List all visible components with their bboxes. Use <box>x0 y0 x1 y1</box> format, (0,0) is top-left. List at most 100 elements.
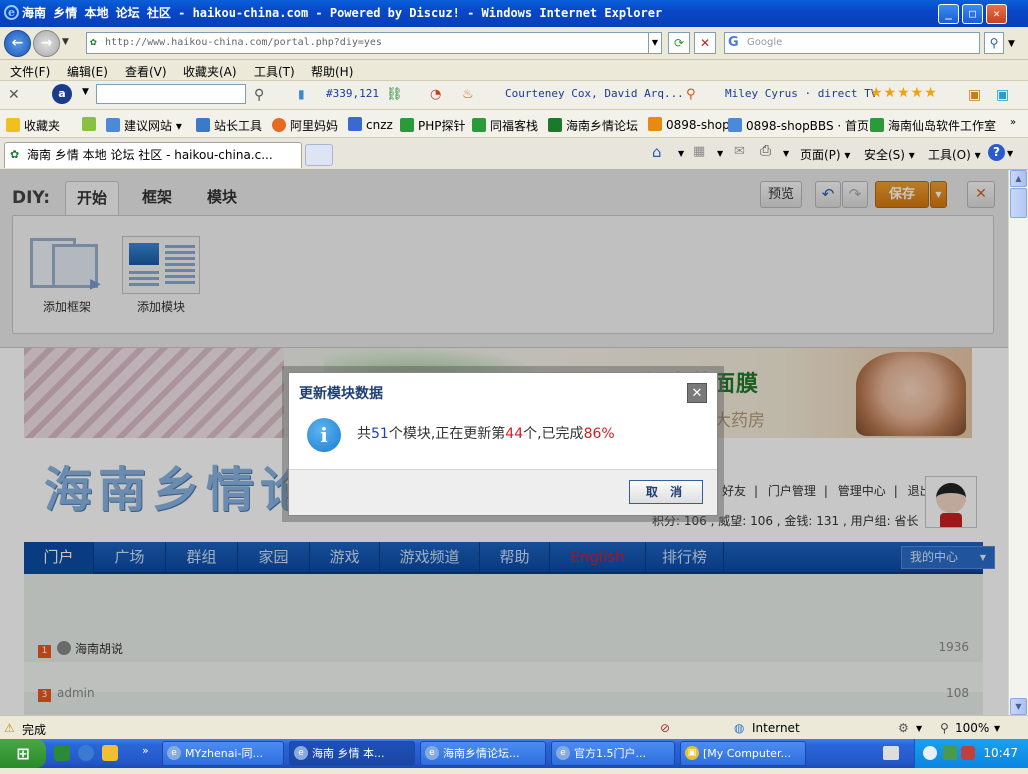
task-button[interactable]: e 海南乡情论坛... <box>420 741 546 766</box>
history-dropdown-icon[interactable]: ▼ <box>62 37 69 47</box>
computer-icon: ▣ <box>685 746 699 760</box>
cancel-button[interactable]: 取 消 <box>629 480 703 504</box>
fav-item-tongfu[interactable]: 同福客栈 <box>472 117 538 134</box>
share-icon[interactable]: ▣ <box>996 87 1009 103</box>
trend-icon[interactable]: ⚲ <box>686 87 696 102</box>
quicklaunch-overflow-icon[interactable]: » <box>142 744 149 757</box>
fav-item-suggested[interactable]: 建议网站 ▾ <box>106 117 182 134</box>
status-text: 完成 <box>22 723 47 737</box>
search-icon[interactable]: ⚲ <box>984 32 1004 54</box>
fav-item-alimama[interactable]: 阿里妈妈 <box>272 117 338 134</box>
info-icon: i <box>307 418 341 452</box>
news-link-1[interactable]: Courteney Cox, David Arq... <box>505 87 684 100</box>
ie-icon: e <box>556 746 570 760</box>
messenger-icon[interactable] <box>102 745 118 761</box>
menu-edit[interactable]: 编辑(E) <box>67 63 108 80</box>
alexa-dropdown-icon[interactable]: ▼ <box>82 87 89 97</box>
search-options-icon[interactable]: ▼ <box>1008 39 1015 49</box>
fav-item-cnzz[interactable]: cnzz <box>348 117 393 132</box>
task-button[interactable]: ▣ [My Computer... <box>680 741 806 766</box>
update-modules-dialog: 更新模块数据 ✕ i 共51个模块,正在更新第44个,已完成86% 取 消 <box>288 372 718 516</box>
keyboard-icon[interactable] <box>883 746 899 760</box>
notebook-icon[interactable]: ▣ <box>968 87 981 103</box>
ie-icon: e <box>425 746 439 760</box>
menu-file[interactable]: 文件(F) <box>10 63 50 80</box>
scroll-up-button[interactable]: ▲ <box>1010 170 1027 187</box>
feeds-dropdown-icon[interactable]: ▼ <box>717 149 723 158</box>
task-button[interactable]: e MYzhenai-同... <box>162 741 284 766</box>
stop-icon[interactable]: ✕ <box>694 32 716 54</box>
vertical-scrollbar[interactable]: ▲ ▼ <box>1008 170 1028 715</box>
zoom-dropdown-icon[interactable]: ▼ <box>994 724 1000 733</box>
network-icon[interactable] <box>923 746 937 760</box>
page-menu[interactable]: 页面(P) ▾ <box>800 146 850 163</box>
ie-icon: e <box>294 746 308 760</box>
zoom-icon: ⚲ <box>940 721 949 735</box>
ie-icon: e <box>167 746 181 760</box>
close-window-button[interactable]: ✕ <box>986 4 1007 24</box>
tray-alert-icon[interactable] <box>961 746 975 760</box>
fire-icon[interactable]: ♨ <box>462 87 474 102</box>
popup-blocker-icon[interactable]: ⊘ <box>660 721 670 735</box>
fav-item-hainan-forum[interactable]: 海南乡情论坛 <box>548 117 638 134</box>
close-toolbar-icon[interactable]: ✕ <box>8 87 20 103</box>
home-icon[interactable]: ⌂ <box>652 143 662 161</box>
tray-app-icon[interactable] <box>943 746 957 760</box>
fav-item-webmaster[interactable]: 站长工具 <box>196 117 262 134</box>
favorites-overflow-icon[interactable]: » <box>1010 117 1016 128</box>
fav-item-xiandao[interactable]: 海南仙岛软件工作室 <box>870 117 996 134</box>
menu-help[interactable]: 帮助(H) <box>311 63 353 80</box>
start-button[interactable]: 开始⊞ <box>0 739 46 768</box>
minimize-button[interactable]: _ <box>938 4 959 24</box>
menu-favorites[interactable]: 收藏夹(A) <box>183 63 237 80</box>
timer-icon[interactable]: ◔ <box>430 87 441 102</box>
maximize-button[interactable]: □ <box>962 4 983 24</box>
feeds-icon[interactable]: ▦ <box>693 144 705 159</box>
protected-mode-icon[interactable]: ⚙ <box>898 721 909 735</box>
new-tab-button[interactable] <box>305 144 333 166</box>
fav-item-phpprobe[interactable]: PHP探针 <box>400 117 466 134</box>
mail-icon[interactable]: ✉ <box>734 144 745 159</box>
dialog-close-button[interactable]: ✕ <box>687 383 707 403</box>
forward-button[interactable]: → <box>33 30 60 57</box>
magnifier-icon[interactable]: ⚲ <box>254 87 264 103</box>
ie-page-icon <box>106 118 120 132</box>
tab-bar: ✿ 海南 乡情 本地 论坛 社区 - haikou-china.c... ⌂ ▼… <box>0 138 1028 170</box>
back-button[interactable]: ← <box>4 30 31 57</box>
menu-tools[interactable]: 工具(T) <box>254 63 295 80</box>
zoom-level[interactable]: 100% <box>955 721 989 735</box>
show-desktop-icon[interactable] <box>54 745 70 761</box>
menu-view[interactable]: 查看(V) <box>125 63 167 80</box>
add-favorite-icon[interactable] <box>82 117 100 132</box>
favorites-button[interactable]: 收藏夹 <box>6 117 60 134</box>
refresh-icon[interactable]: ⟳ <box>668 32 690 54</box>
alexa-icon[interactable]: a <box>52 84 72 104</box>
fav-item-0898-shopbbs[interactable]: 0898-shopBBS · 首页 <box>728 117 869 134</box>
news-link-2[interactable]: Miley Cyrus · direct TV <box>725 87 877 100</box>
rank-value[interactable]: #339,121 <box>326 87 379 100</box>
address-bar[interactable]: ✿ http://www.haikou-china.com/portal.php… <box>86 32 662 54</box>
home-dropdown-icon[interactable]: ▼ <box>678 149 684 158</box>
help-icon[interactable]: ? <box>988 144 1005 161</box>
print-dropdown-icon[interactable]: ▼ <box>783 149 789 158</box>
task-button[interactable]: e 官方1.5门户... <box>551 741 675 766</box>
link-icon[interactable]: ⛓ <box>386 87 403 102</box>
browser-tab[interactable]: ✿ 海南 乡情 本地 论坛 社区 - haikou-china.c... <box>4 142 302 168</box>
task-button-active[interactable]: e 海南 乡情 本... <box>289 741 415 766</box>
help-dropdown-icon[interactable]: ▼ <box>1007 149 1013 158</box>
dialog-title: 更新模块数据 <box>299 386 383 402</box>
address-dropdown-button[interactable]: ▼ <box>648 32 662 54</box>
rating-stars-icon[interactable]: ★★★★★ <box>870 85 938 101</box>
fav-item-0898-shop[interactable]: 0898-shop <box>648 117 730 132</box>
safety-menu[interactable]: 安全(S) ▾ <box>864 146 915 163</box>
dialog-message: 共51个模块,正在更新第44个,已完成86% <box>357 423 615 443</box>
scroll-thumb[interactable] <box>1010 188 1027 218</box>
search-input[interactable]: G Google <box>724 32 980 54</box>
zone-dropdown-icon[interactable]: ▼ <box>916 724 922 733</box>
scroll-down-button[interactable]: ▼ <box>1010 698 1027 715</box>
tools-menu[interactable]: 工具(O) ▾ <box>928 146 981 163</box>
toolbar-search-input[interactable] <box>96 84 246 104</box>
print-icon[interactable]: ⎙ <box>760 143 771 159</box>
current-module: 44 <box>505 426 524 442</box>
ie-quicklaunch-icon[interactable] <box>78 745 94 761</box>
